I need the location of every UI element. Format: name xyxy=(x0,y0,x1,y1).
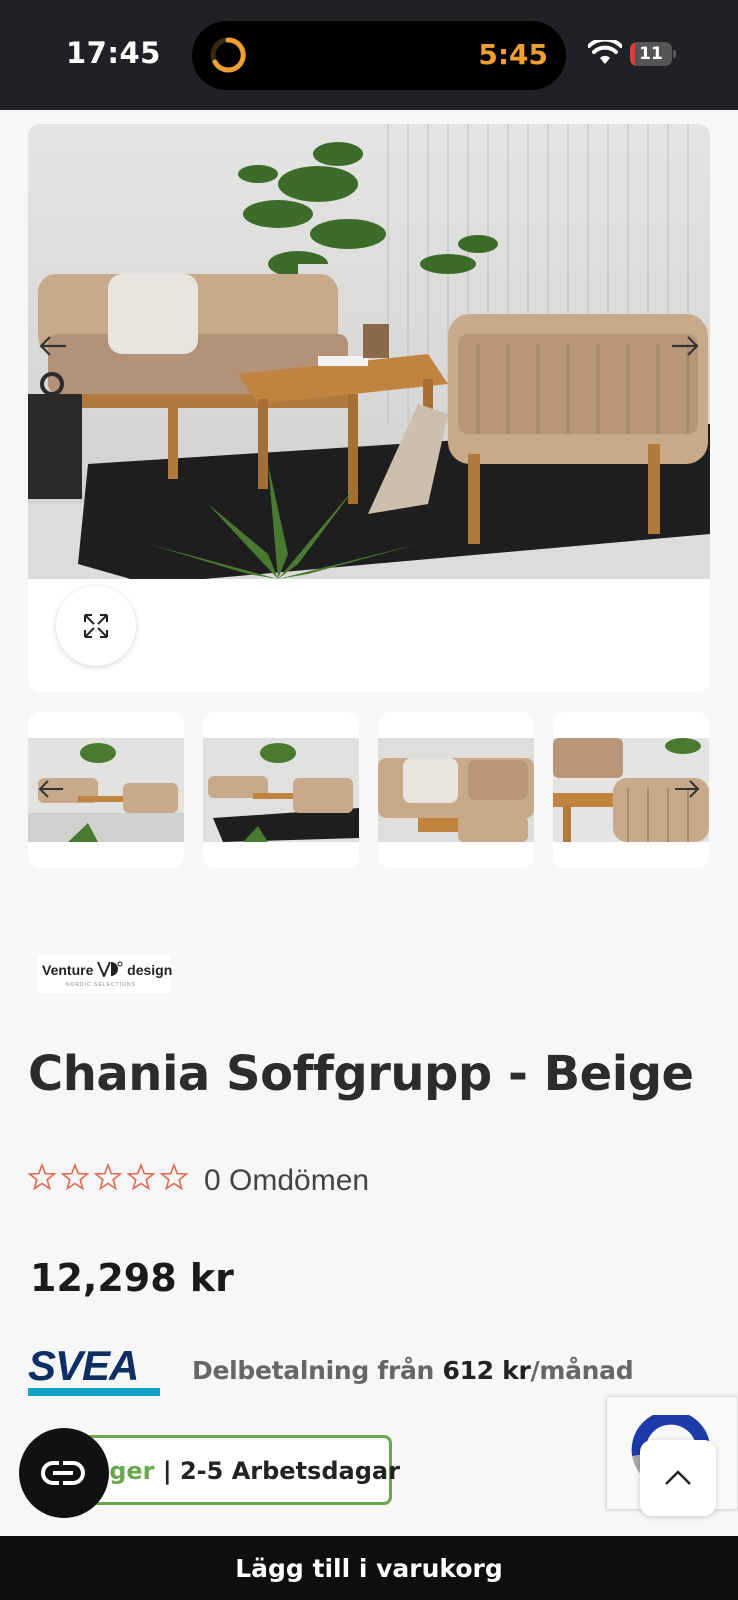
star-icon xyxy=(93,1162,123,1191)
star-icon xyxy=(28,1162,57,1191)
svea-logo-text: SVEA xyxy=(28,1342,139,1389)
expand-image-button[interactable] xyxy=(56,586,136,666)
reviews-count[interactable]: 0 Omdömen xyxy=(204,1164,369,1198)
star-icon xyxy=(159,1162,189,1191)
brand-name-left: Venture xyxy=(42,962,94,978)
product-title: Chania Soffgrupp - Beige xyxy=(28,1046,694,1102)
add-to-cart-label: Lägg till i varukorg xyxy=(235,1554,503,1583)
expand-icon xyxy=(84,614,108,638)
battery-icon: 11 xyxy=(630,42,676,66)
installment-amount: 612 kr xyxy=(442,1356,531,1385)
thumbnail-2[interactable] xyxy=(203,712,359,868)
chat-icon xyxy=(41,1461,85,1485)
installment-suffix: /månad xyxy=(530,1356,634,1385)
thumbnails-prev-icon[interactable] xyxy=(36,774,66,804)
star-icon xyxy=(60,1162,90,1191)
battery-level: 11 xyxy=(639,44,663,64)
chevron-up-icon xyxy=(665,1470,691,1485)
star-icon xyxy=(126,1162,156,1191)
brand-tagline: NORDIC SELECTIONS xyxy=(66,982,136,988)
installment-prefix: Delbetalning från xyxy=(192,1356,443,1385)
scroll-to-top-button[interactable] xyxy=(640,1440,716,1516)
delivery-time: 2-5 Arbetsdagar xyxy=(179,1457,400,1485)
product-gallery xyxy=(28,124,710,692)
brand-mark-icon xyxy=(97,961,123,979)
add-to-cart-button[interactable]: Lägg till i varukorg xyxy=(0,1536,738,1600)
brand-logo[interactable]: Venture design NORDIC SELECTIONS xyxy=(38,955,173,993)
product-main-image[interactable] xyxy=(28,124,710,579)
installment-info[interactable]: Delbetalning från 612 kr/månad xyxy=(192,1356,634,1385)
thumbnails-next-icon[interactable] xyxy=(672,774,702,804)
timer-time: 5:45 xyxy=(478,38,548,71)
wifi-icon xyxy=(588,40,622,64)
gallery-next-icon[interactable] xyxy=(668,329,702,363)
svea-logo: SVEA xyxy=(28,1342,160,1400)
gallery-prev-icon[interactable] xyxy=(36,329,70,363)
timer-icon xyxy=(210,37,246,73)
dynamic-island[interactable]: 5:45 xyxy=(192,21,566,90)
thumbnail-3[interactable] xyxy=(378,712,534,868)
brand-name-right: design xyxy=(127,962,173,978)
delivery-status-badge: ager | 2-5 Arbetsdagar xyxy=(60,1435,400,1505)
status-bar: 17:45 5:45 11 xyxy=(0,0,738,110)
chat-button[interactable] xyxy=(19,1428,109,1518)
thumbnail-strip xyxy=(28,712,710,868)
status-time: 17:45 xyxy=(66,36,161,70)
product-price: 12,298 kr xyxy=(30,1256,234,1300)
rating-stars-icon xyxy=(28,1162,189,1191)
delivery-separator: | xyxy=(154,1457,180,1485)
